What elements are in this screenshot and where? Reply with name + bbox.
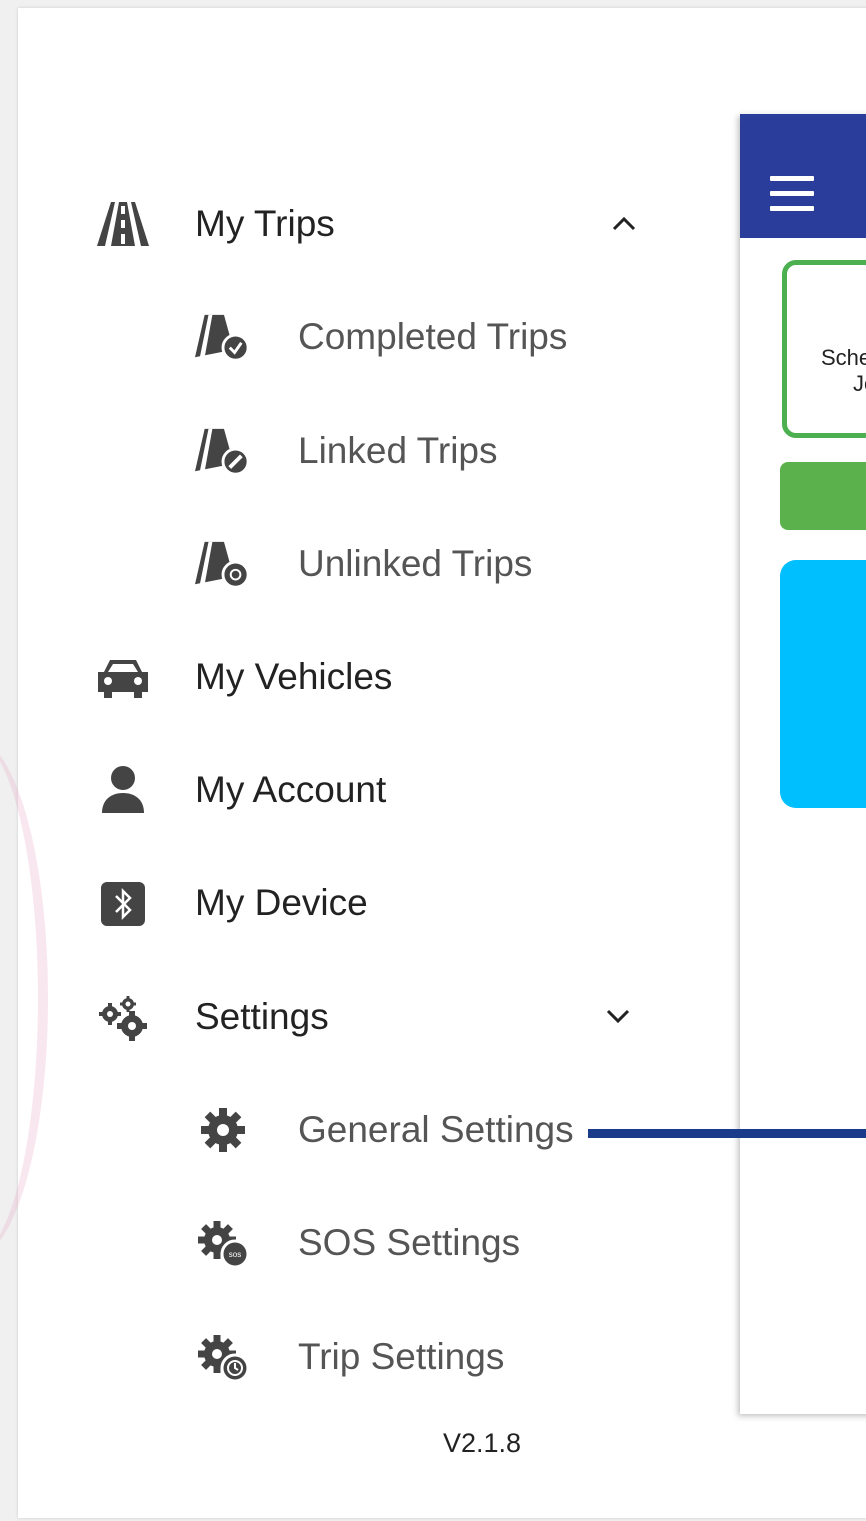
app-version: V2.1.8 [443, 1428, 522, 1458]
menu-label-linked-trips: Linked Trips [298, 430, 498, 471]
person-icon [95, 762, 151, 818]
app-bar [740, 114, 866, 238]
menu-label-my-trips: My Trips [195, 203, 335, 244]
background-decoration [0, 738, 48, 1258]
menu-label-trip-settings: Trip Settings [298, 1336, 505, 1377]
gear-icon [195, 1102, 251, 1158]
menu-label-settings: Settings [195, 996, 329, 1037]
gears-icon [95, 990, 151, 1046]
road-unlink-icon [195, 537, 251, 593]
callout-line [588, 1129, 866, 1138]
chevron-up-icon[interactable] [608, 208, 640, 240]
blue-info-card[interactable] [780, 560, 866, 808]
road-link-icon [195, 424, 251, 480]
screenshot-page: Sche Jo My Trips [0, 0, 866, 1521]
car-icon [95, 650, 151, 706]
svg-text:sos: sos [229, 1250, 241, 1259]
menu-label-my-device: My Device [195, 882, 368, 923]
schedule-card[interactable]: Sche Jo [782, 260, 866, 438]
menu-label-sos-settings: SOS Settings [298, 1222, 521, 1263]
road-icon [95, 196, 151, 252]
green-action-button[interactable] [780, 462, 866, 530]
chevron-down-icon[interactable] [602, 1000, 634, 1032]
gear-sos-icon: sos [195, 1216, 251, 1272]
schedule-line-2: Jo [853, 371, 866, 396]
schedule-card-text: Sche Jo [821, 345, 866, 397]
schedule-line-1: Sche [821, 345, 866, 370]
menu-label-general-settings: General Settings [298, 1109, 574, 1150]
menu-label-unlinked-trips: Unlinked Trips [298, 543, 533, 584]
bluetooth-icon [95, 876, 151, 932]
menu-label-my-account: My Account [195, 769, 387, 810]
gear-clock-icon [195, 1330, 251, 1386]
app-preview: Sche Jo [740, 114, 866, 1414]
menu-label-completed-trips: Completed Trips [298, 316, 568, 357]
hamburger-menu-icon[interactable] [770, 176, 814, 214]
menu-label-my-vehicles: My Vehicles [195, 656, 393, 697]
road-check-icon [195, 310, 251, 366]
